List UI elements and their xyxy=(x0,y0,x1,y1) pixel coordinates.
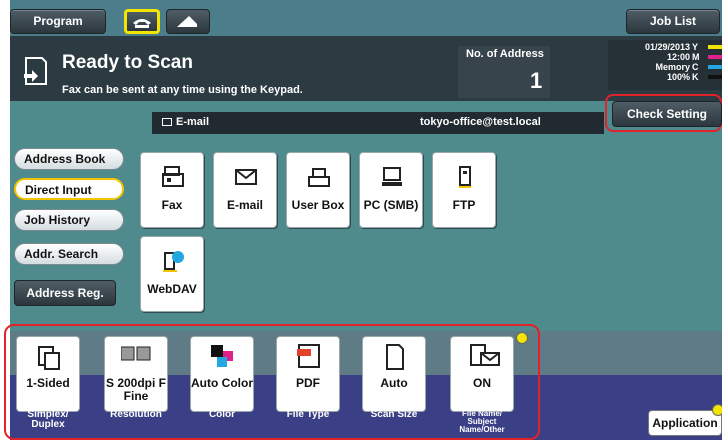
setting-value: Auto Color xyxy=(191,376,253,390)
fax-document-icon xyxy=(24,57,47,85)
toner-k: K xyxy=(692,72,699,82)
tile-ftp[interactable]: FTP xyxy=(432,152,496,228)
memory-value: 100% xyxy=(666,72,690,82)
color-icon xyxy=(211,345,233,367)
check-setting-button[interactable]: Check Setting xyxy=(612,101,722,127)
setting-label-color: Color xyxy=(208,409,236,420)
sidebar-item-addr-search[interactable]: Addr. Search xyxy=(14,243,124,265)
setting-value: 1-Sided xyxy=(26,376,70,390)
setting-value: PDF xyxy=(296,376,320,390)
status-title: Ready to Scan xyxy=(62,52,193,73)
toner-bar-m xyxy=(708,55,722,59)
setting-file-name[interactable]: ON xyxy=(450,336,514,412)
address-count-label: No. of Address xyxy=(466,48,544,60)
setting-value: Auto xyxy=(380,376,408,390)
page-icon xyxy=(386,344,404,370)
resolution-icon xyxy=(121,346,151,361)
setting-simplex-duplex[interactable]: 1-Sided xyxy=(16,336,80,412)
tile-pc-smb[interactable]: PC (SMB) xyxy=(359,152,423,228)
job-list-button[interactable]: Job List xyxy=(626,9,720,34)
user-box-icon xyxy=(308,168,330,187)
mail-small-icon xyxy=(162,118,172,126)
sidebar-item-job-history[interactable]: Job History xyxy=(14,209,124,231)
fax-icon xyxy=(162,166,184,187)
tile-webdav[interactable]: WebDAV xyxy=(140,236,204,312)
date-time: 01/29/2013 12:00 Memory 100% xyxy=(612,42,690,82)
top-bar xyxy=(10,0,722,36)
tile-user-box[interactable]: User Box xyxy=(286,152,350,228)
tile-label: User Box xyxy=(291,198,345,212)
application-indicator-dot xyxy=(712,404,722,416)
memory-label: Memory xyxy=(655,62,690,72)
envelope-icon xyxy=(235,169,257,185)
setting-color[interactable]: Auto Color xyxy=(190,336,254,412)
toner-y: Y xyxy=(692,42,699,52)
toner-levels: Y M C K xyxy=(692,42,700,82)
pdf-icon xyxy=(297,344,320,368)
tile-label: FTP xyxy=(452,198,476,212)
tile-label: WebDAV xyxy=(147,282,197,296)
one-sided-icon xyxy=(38,346,60,370)
setting-label-resolution: Resolution xyxy=(110,409,162,420)
tile-email[interactable]: E-mail xyxy=(213,152,277,228)
time: 12:00 xyxy=(666,52,690,62)
program-button[interactable]: Program xyxy=(10,9,106,34)
setting-scan-size[interactable]: Auto xyxy=(362,336,426,412)
tile-label: PC (SMB) xyxy=(363,198,419,212)
date: 01/29/2013 xyxy=(644,42,690,52)
toner-c: C xyxy=(692,62,699,72)
toner-bar-c xyxy=(708,65,722,69)
sidebar-item-direct-input[interactable]: Direct Input xyxy=(14,178,124,200)
sidebar-item-address-book[interactable]: Address Book xyxy=(14,148,124,170)
setting-file-type[interactable]: PDF xyxy=(276,336,340,412)
ftp-icon xyxy=(459,166,471,188)
toner-bar-k xyxy=(708,75,722,79)
toner-m: M xyxy=(692,52,700,62)
address-reg-button[interactable]: Address Reg. xyxy=(14,280,116,306)
file-name-icon xyxy=(470,344,500,366)
telephone-icon xyxy=(133,19,151,28)
tile-label: Fax xyxy=(161,198,183,212)
setting-label-file-name: File Name/ Subject Name/Other xyxy=(459,409,505,434)
setting-indicator-dot xyxy=(516,332,528,344)
setting-value: ON xyxy=(473,376,491,390)
destination-type: E-mail xyxy=(176,116,210,128)
scan-mode-button[interactable] xyxy=(166,9,210,34)
destination-address: tokyo-office@test.local xyxy=(420,116,541,128)
address-count: 1 xyxy=(530,68,543,93)
setting-label-scan-size: Scan Size xyxy=(370,409,418,420)
setting-value: S 200dpi F Fine xyxy=(105,376,167,403)
setting-label-file-type: File Type xyxy=(286,409,330,420)
tile-label: E-mail xyxy=(226,198,263,212)
tile-fax[interactable]: Fax xyxy=(140,152,204,228)
setting-resolution[interactable]: S 200dpi F Fine xyxy=(104,336,168,412)
setting-label-simplex-duplex: Simplex/ Duplex xyxy=(27,409,69,430)
fax-mode-button[interactable] xyxy=(124,9,160,34)
pc-icon xyxy=(382,167,402,186)
scanner-icon xyxy=(177,16,197,27)
toner-bar-y xyxy=(708,45,722,49)
webdav-icon xyxy=(163,251,184,272)
status-subtitle: Fax can be sent at any time using the Ke… xyxy=(62,84,303,96)
application-button[interactable]: Application xyxy=(648,410,722,436)
